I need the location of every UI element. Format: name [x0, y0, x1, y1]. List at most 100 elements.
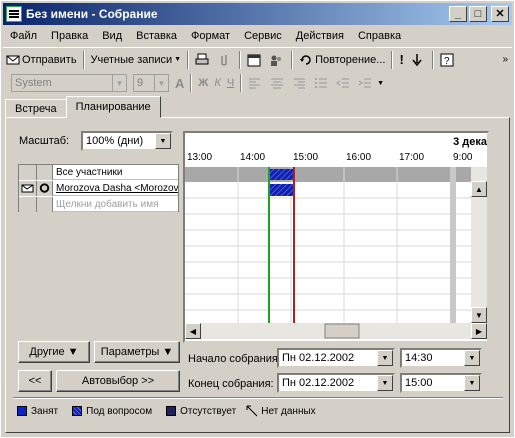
chevron-down-icon[interactable]: ▼ [464, 375, 480, 391]
font-color-label: A [175, 75, 185, 91]
start-time-select[interactable]: 14:30 ▼ [400, 348, 482, 368]
options-button[interactable]: Параметры ▼ [94, 341, 180, 363]
underline-button[interactable]: Ч [224, 77, 237, 89]
indent-icon [358, 78, 372, 88]
toolbar-separator [190, 74, 193, 92]
start-date-value: Пн 02.12.2002 [282, 352, 355, 364]
free-busy-grid[interactable]: 3 дека 13:00 14:00 15:00 16:00 17:00 9:0… [183, 131, 489, 343]
importance-low-button[interactable] [407, 53, 429, 67]
print-button[interactable] [192, 53, 214, 67]
end-date-select[interactable]: Пн 02.12.2002 ▼ [277, 373, 395, 393]
menu-file[interactable]: Файл [3, 30, 44, 42]
end-date-value: Пн 02.12.2002 [282, 377, 355, 389]
recurrence-icon [300, 54, 311, 65]
maximize-button[interactable]: □ [469, 6, 487, 22]
recurrence-button[interactable]: Повторение... [296, 53, 388, 67]
menu-tools[interactable]: Сервис [237, 30, 289, 42]
legend-busy: Занят [31, 405, 59, 417]
close-button[interactable]: ✕ [491, 6, 509, 22]
send-button[interactable]: Отправить [3, 53, 80, 67]
font-size-select[interactable]: 9 ▼ [133, 74, 169, 92]
toolbar-separator [82, 50, 85, 69]
other-attendees-button[interactable]: Другие ▼ [18, 341, 90, 363]
calendar-button[interactable] [244, 53, 266, 67]
chevron-down-icon: ▼ [112, 75, 126, 91]
italic-label: К [214, 77, 221, 89]
autopick-next-button[interactable]: Автовыбор >> [56, 370, 180, 392]
attach-button[interactable] [214, 53, 236, 67]
chevron-down-icon[interactable]: ▼ [377, 375, 393, 391]
title-bar: Без имени - Собрание _ □ ✕ [3, 3, 512, 25]
help-icon: ? [440, 53, 454, 67]
accounts-label: Учетные записи [90, 53, 173, 66]
bold-button[interactable]: Ж [195, 77, 211, 89]
bold-label: Ж [198, 77, 209, 89]
legend-no-data: Нет данных [261, 405, 316, 417]
minimize-button[interactable]: _ [449, 6, 467, 22]
send-label: Отправить [22, 53, 77, 66]
out-of-office-swatch [166, 406, 177, 416]
toolbar-overflow-icon[interactable]: » [502, 54, 508, 65]
attendee-header-row: Все участники [19, 164, 178, 180]
arrow-down-icon [412, 53, 422, 66]
chevron-down-icon[interactable]: ▼ [155, 133, 171, 149]
required-attendee-icon[interactable] [37, 180, 53, 196]
autopick-back-button[interactable]: << [18, 370, 52, 392]
menu-insert[interactable]: Вставка [129, 30, 184, 42]
align-right-button[interactable] [289, 76, 311, 90]
attendee-name[interactable]: Morozova Dasha <Morozov [53, 183, 178, 194]
add-attendee-placeholder[interactable]: Щелкни добавить имя [53, 199, 159, 210]
align-center-icon [271, 78, 284, 89]
menu-help[interactable]: Справка [351, 30, 408, 42]
standard-toolbar: Отправить Учетные записи ▼ Повторение...… [3, 47, 512, 71]
day-boundary [450, 167, 456, 323]
grid-lines [185, 167, 471, 323]
invite-button[interactable] [266, 53, 288, 67]
increase-indent-button[interactable] [355, 76, 377, 90]
menu-actions[interactable]: Действия [289, 30, 351, 42]
start-date-select[interactable]: Пн 02.12.2002 ▼ [277, 348, 395, 368]
chevron-down-icon[interactable]: ▼ [377, 350, 393, 366]
align-left-button[interactable] [245, 76, 267, 90]
chevron-down-icon[interactable]: ▼ [464, 350, 480, 366]
toolbar-separator [240, 74, 243, 92]
tab-appointment[interactable]: Встреча [5, 99, 67, 118]
scale-select[interactable]: 100% (дни) ▼ [81, 131, 173, 151]
menu-format[interactable]: Формат [184, 30, 237, 42]
scroll-down-button[interactable]: ▼ [471, 307, 487, 323]
chevron-down-icon: ▼ [154, 75, 168, 91]
dropdown-icon: ▼ [174, 56, 182, 63]
italic-button[interactable]: К [211, 77, 223, 89]
scroll-left-button[interactable]: ◀ [185, 323, 201, 339]
menu-view[interactable]: Вид [95, 30, 129, 42]
toolbar-separator [187, 50, 190, 69]
decrease-indent-button[interactable] [333, 76, 355, 90]
accounts-button[interactable]: Учетные записи ▼ [88, 54, 185, 66]
print-icon [195, 53, 209, 64]
envelope-icon[interactable] [19, 180, 37, 196]
bullets-button[interactable] [311, 76, 333, 90]
end-time-select[interactable]: 15:00 ▼ [400, 373, 482, 393]
add-attendee-row[interactable]: Щелкни добавить имя [19, 196, 178, 212]
attendee-row[interactable]: Morozova Dasha <Morozov [19, 180, 178, 196]
menu-bar: Файл Правка Вид Вставка Формат Сервис Де… [3, 27, 512, 45]
all-attendees-busy-row [185, 167, 487, 182]
align-center-button[interactable] [267, 76, 289, 90]
horizontal-scroll-thumb[interactable] [324, 323, 360, 339]
start-label: Начало собрания: [188, 353, 281, 365]
font-select[interactable]: System ▼ [11, 74, 127, 92]
formatting-toolbar: System ▼ 9 ▼ A Ж К Ч ▼ [3, 72, 512, 94]
toolbar-separator [291, 50, 294, 69]
importance-high-button[interactable]: ! [396, 52, 406, 67]
scroll-up-button[interactable]: ▲ [471, 181, 487, 197]
tentative-swatch [72, 406, 83, 416]
help-button[interactable]: ? [437, 53, 459, 67]
menu-edit[interactable]: Правка [44, 30, 95, 42]
toolbar-options-icon[interactable]: ▼ [377, 80, 384, 87]
font-color-button[interactable]: A [172, 76, 187, 91]
grid-canvas [185, 167, 487, 339]
scroll-right-button[interactable]: ▶ [471, 323, 487, 339]
tab-scheduling[interactable]: Планирование [65, 96, 161, 118]
no-data-icon [246, 405, 258, 417]
meeting-window: Без имени - Собрание _ □ ✕ Файл Правка В… [0, 0, 515, 438]
